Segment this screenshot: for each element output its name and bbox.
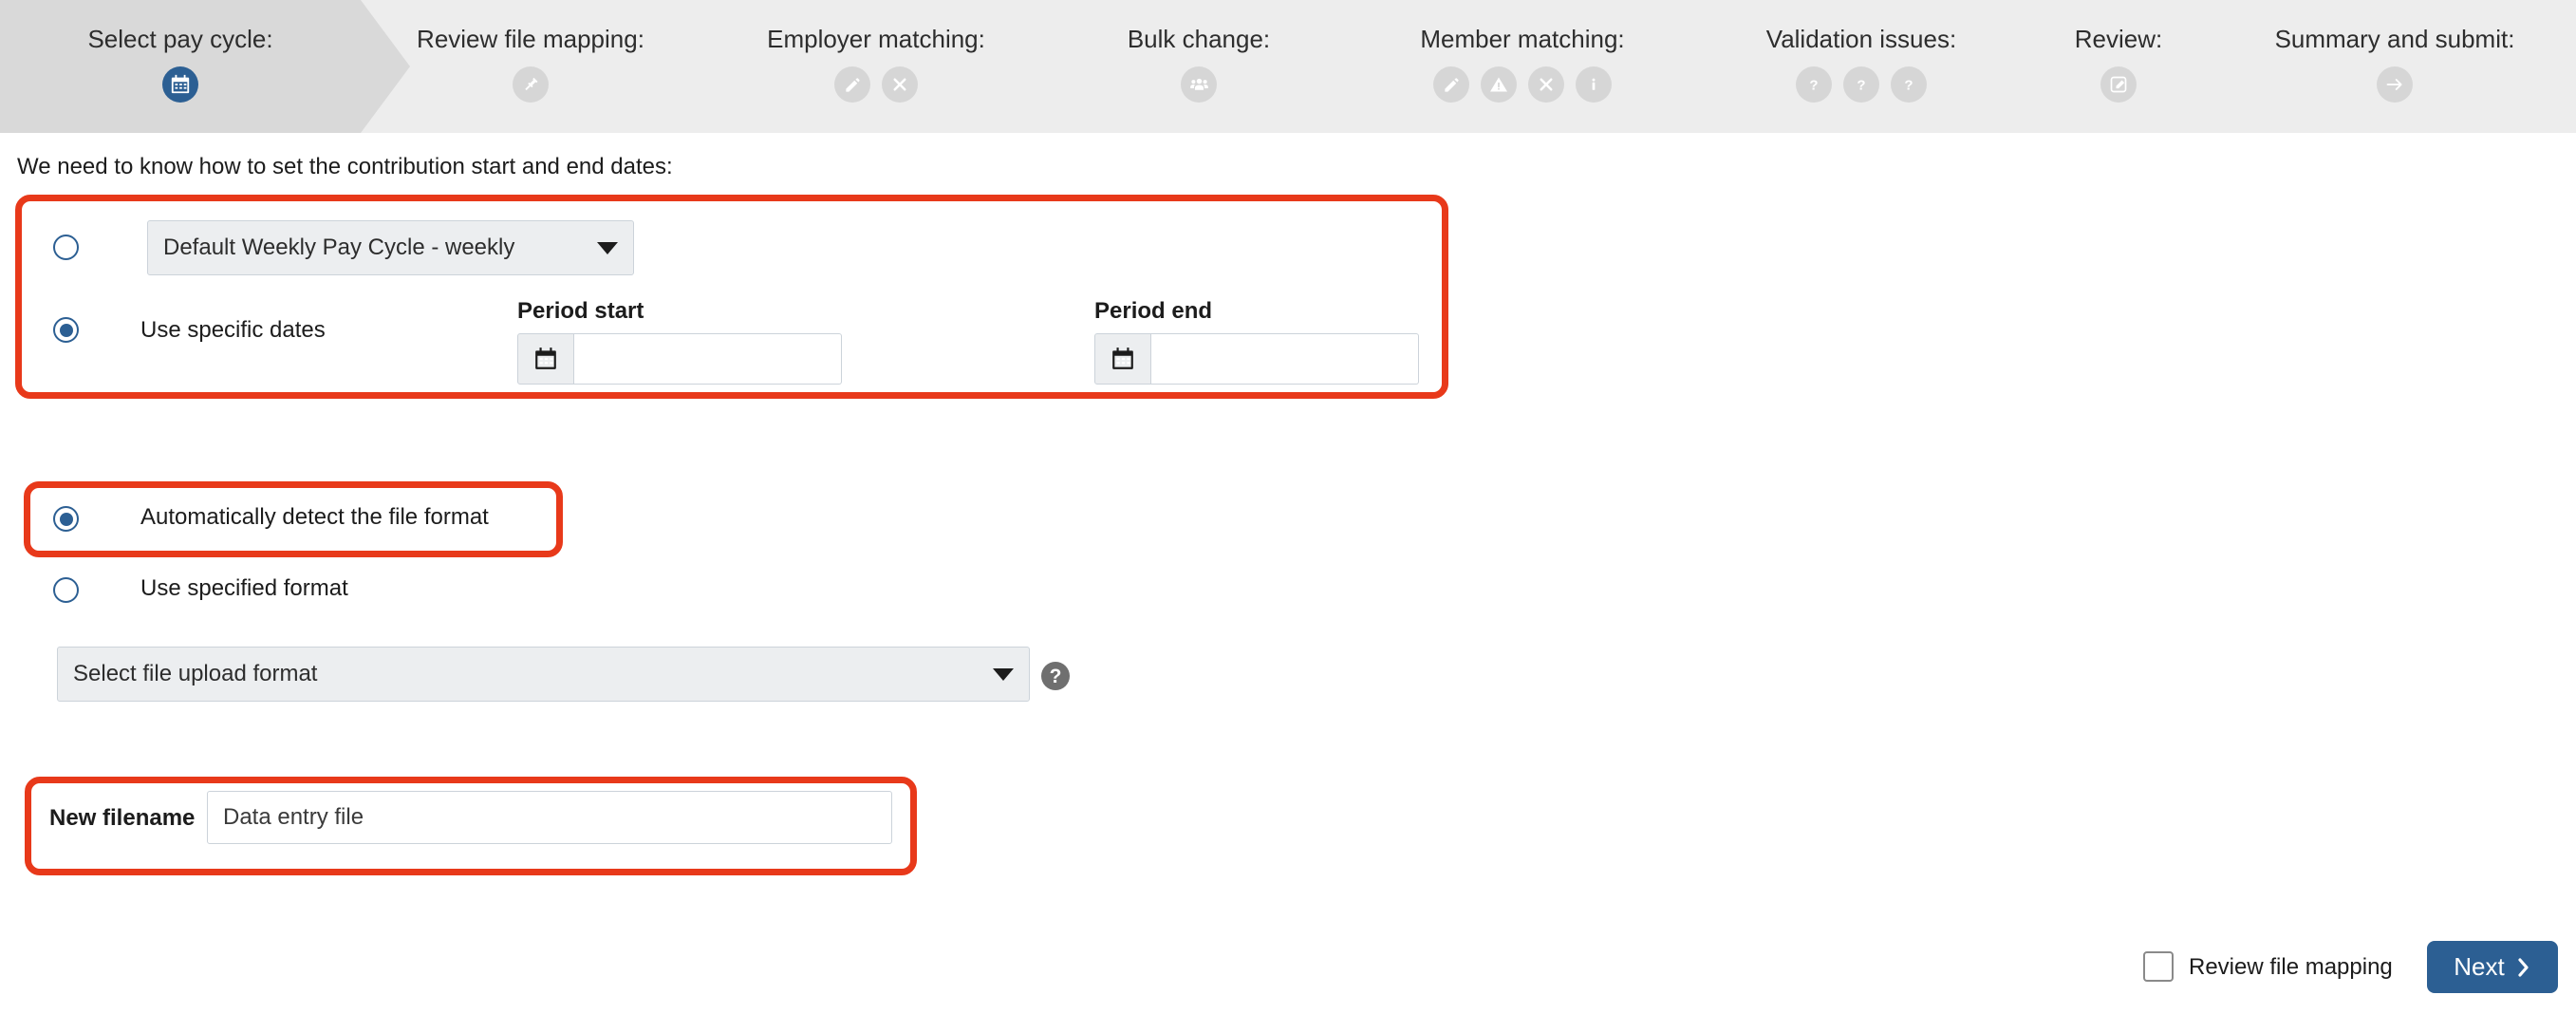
step-chevron-icon	[1699, 0, 1748, 133]
wizard-step-review-file-mapping[interactable]: Review file mapping:	[361, 0, 750, 133]
radio-use-specific-dates[interactable]	[53, 317, 79, 343]
edit-square-icon	[2100, 66, 2137, 103]
chevron-right-icon	[2518, 957, 2529, 977]
period-start-input[interactable]	[574, 333, 842, 385]
step-icon-group	[1433, 66, 1612, 103]
review-file-mapping-label: Review file mapping	[2189, 954, 2393, 980]
calendar-icon	[162, 66, 198, 103]
question-icon: ?	[1891, 66, 1927, 103]
calendar-icon[interactable]	[1094, 333, 1151, 385]
pencil-icon	[834, 66, 870, 103]
step-label: Review file mapping:	[417, 25, 644, 53]
question-icon: ?	[1796, 66, 1832, 103]
chevron-down-icon	[993, 667, 1014, 681]
pay-cycle-select[interactable]: Default Weekly Pay Cycle - weekly	[147, 220, 634, 275]
step-icon-group	[1181, 66, 1217, 103]
cross-icon	[1528, 66, 1564, 103]
period-start-label: Period start	[517, 298, 644, 324]
radio-dot	[59, 512, 73, 526]
file-upload-format-value: Select file upload format	[73, 661, 318, 686]
pay-cycle-select-value: Default Weekly Pay Cycle - weekly	[163, 235, 515, 260]
question-icon: ?	[1843, 66, 1879, 103]
wizard-step-member-matching[interactable]: Member matching:	[1343, 0, 1748, 133]
cross-icon	[882, 66, 918, 103]
new-filename-value: Data entry file	[223, 804, 364, 830]
people-icon	[1181, 66, 1217, 103]
help-icon[interactable]: ?	[1041, 662, 1070, 690]
step-icon-group	[162, 66, 198, 103]
radio-use-specified-format[interactable]	[53, 577, 79, 603]
step-label: Employer matching:	[767, 25, 985, 53]
pencil-icon	[1433, 66, 1469, 103]
step-label: Validation issues:	[1765, 25, 1957, 53]
calendar-icon[interactable]	[517, 333, 574, 385]
step-label: Bulk change:	[1127, 25, 1271, 53]
step-icon-group	[2377, 66, 2413, 103]
step-chevron-icon	[1052, 0, 1101, 133]
radio-auto-detect-format[interactable]	[53, 506, 79, 532]
chevron-down-icon	[597, 241, 618, 254]
svg-text:?: ?	[1857, 77, 1865, 93]
arrow-right-icon	[2377, 66, 2413, 103]
wizard-step-employer-matching[interactable]: Employer matching:	[698, 0, 1101, 133]
step-label: Select pay cycle:	[87, 25, 273, 53]
next-button[interactable]: Next	[2427, 941, 2558, 993]
new-filename-label: New filename	[49, 805, 196, 831]
auto-detect-format-label: Automatically detect the file format	[140, 504, 489, 530]
period-start-field[interactable]	[517, 333, 842, 385]
next-button-label: Next	[2454, 952, 2505, 981]
use-specified-format-label: Use specified format	[140, 575, 348, 601]
step-chevron-icon	[700, 0, 750, 133]
wizard-step-bar: Select pay cycle: Review file mapping: Emp…	[0, 0, 2576, 133]
step-icon-group	[834, 66, 918, 103]
new-filename-input[interactable]: Data entry file	[207, 791, 892, 844]
review-file-mapping-checkbox[interactable]	[2143, 951, 2174, 982]
wizard-step-select-pay-cycle[interactable]: Select pay cycle:	[0, 0, 410, 133]
step-icon-group: ???	[1796, 66, 1927, 103]
file-upload-format-select[interactable]: Select file upload format	[57, 647, 1030, 702]
step-chevron-icon	[2024, 0, 2073, 133]
step-chevron-icon	[1346, 0, 1395, 133]
svg-text:?: ?	[1809, 77, 1818, 93]
step-icon-group	[2100, 66, 2137, 103]
radio-use-pay-cycle[interactable]	[53, 235, 79, 260]
svg-text:?: ?	[1904, 77, 1913, 93]
step-icon-group	[513, 66, 549, 103]
step-label: Member matching:	[1420, 25, 1625, 53]
period-end-label: Period end	[1094, 298, 1213, 324]
period-end-field[interactable]	[1094, 333, 1419, 385]
step-label: Summary and submit:	[2274, 25, 2515, 53]
warning-icon	[1481, 66, 1517, 103]
step-chevron-icon	[361, 0, 410, 133]
step-label: Review:	[2074, 25, 2163, 53]
page-instruction: We need to know how to set the contribut…	[17, 154, 673, 179]
use-specific-dates-label: Use specific dates	[140, 317, 326, 343]
wizard-step-summary-and-submit[interactable]: Summary and submit:	[2211, 0, 2576, 133]
step-chevron-icon	[2213, 0, 2263, 133]
info-icon	[1576, 66, 1612, 103]
period-end-input[interactable]	[1151, 333, 1419, 385]
plug-icon	[513, 66, 549, 103]
radio-dot	[59, 323, 73, 337]
